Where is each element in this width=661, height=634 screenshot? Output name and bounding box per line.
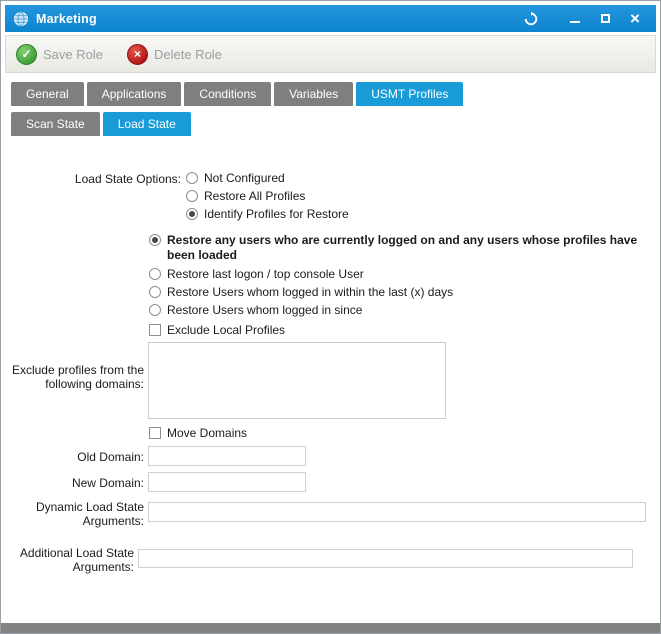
- additional-load-state-arguments-label: Additional Load State Arguments:: [1, 546, 134, 574]
- checkbox-label: Move Domains: [167, 426, 247, 441]
- checkbox-exclude-local-profiles[interactable]: Exclude Local Profiles: [149, 323, 657, 341]
- delete-x-icon: ×: [127, 44, 148, 65]
- dynamic-load-state-arguments-input[interactable]: [148, 502, 646, 522]
- radio-label: Restore last logon / top console User: [167, 267, 364, 282]
- delete-role-button[interactable]: × Delete Role: [123, 41, 232, 68]
- window-title: Marketing: [36, 12, 97, 26]
- new-domain-label: New Domain:: [6, 476, 144, 490]
- old-domain-label: Old Domain:: [6, 450, 144, 464]
- tab-general[interactable]: General: [11, 82, 84, 106]
- radio-restore-all-profiles[interactable]: Restore All Profiles: [186, 189, 349, 207]
- load-state-options-group: Not Configured Restore All Profiles Iden…: [186, 171, 349, 225]
- load-state-options-label: Load State Options:: [9, 172, 181, 186]
- main-tab-bar: General Applications Conditions Variable…: [11, 82, 463, 106]
- titlebar-controls: ×: [518, 8, 648, 30]
- radio-label: Restore any users who are currently logg…: [167, 233, 652, 263]
- refresh-icon[interactable]: [518, 8, 544, 30]
- checkbox-icon: [149, 324, 161, 336]
- radio-icon: [149, 286, 161, 298]
- radio-label: Restore Users whom logged in since: [167, 303, 362, 318]
- radio-restore-users-logged-in-since[interactable]: Restore Users whom logged in since: [149, 303, 657, 321]
- dynamic-load-state-arguments-label: Dynamic Load State Arguments:: [6, 500, 144, 528]
- new-domain-input[interactable]: [148, 472, 306, 492]
- radio-icon: [186, 190, 198, 202]
- radio-restore-last-logon-user[interactable]: Restore last logon / top console User: [149, 267, 657, 285]
- radio-icon: [149, 234, 161, 246]
- radio-label: Identify Profiles for Restore: [204, 207, 349, 222]
- maximize-button[interactable]: [592, 8, 618, 30]
- radio-identify-profiles-for-restore[interactable]: Identify Profiles for Restore: [186, 207, 349, 225]
- radio-restore-users-last-x-days[interactable]: Restore Users whom logged in within the …: [149, 285, 657, 303]
- old-domain-input[interactable]: [148, 446, 306, 466]
- globe-icon: [13, 11, 29, 27]
- save-check-icon: ✓: [16, 44, 37, 65]
- radio-icon: [186, 208, 198, 220]
- exclude-domains-label: Exclude profiles from the following doma…: [6, 363, 144, 391]
- tab-load-state[interactable]: Load State: [103, 112, 191, 136]
- radio-icon: [149, 304, 161, 316]
- minimize-button[interactable]: [562, 8, 588, 30]
- tab-usmt-profiles[interactable]: USMT Profiles: [356, 82, 463, 106]
- checkbox-icon: [149, 427, 161, 439]
- sub-tab-bar: Scan State Load State: [11, 112, 191, 136]
- radio-restore-current-logged-on-users[interactable]: Restore any users who are currently logg…: [149, 233, 657, 263]
- restore-users-group: Restore any users who are currently logg…: [149, 233, 657, 341]
- additional-load-state-arguments-input[interactable]: [138, 549, 633, 568]
- window-bottom-edge: [1, 623, 660, 633]
- tab-scan-state[interactable]: Scan State: [11, 112, 100, 136]
- radio-label: Not Configured: [204, 171, 285, 186]
- toolbar: ✓ Save Role × Delete Role: [5, 35, 656, 73]
- tab-conditions[interactable]: Conditions: [184, 82, 271, 106]
- checkbox-move-domains[interactable]: Move Domains: [149, 426, 247, 444]
- radio-icon: [149, 268, 161, 280]
- radio-label: Restore All Profiles: [204, 189, 305, 204]
- titlebar: Marketing ×: [5, 5, 656, 32]
- radio-not-configured[interactable]: Not Configured: [186, 171, 349, 189]
- save-role-button[interactable]: ✓ Save Role: [12, 41, 113, 68]
- radio-icon: [186, 172, 198, 184]
- exclude-domains-textarea[interactable]: [148, 342, 446, 419]
- delete-role-label: Delete Role: [154, 47, 222, 62]
- window: Marketing × ✓ Save Role × Delete Role Ge…: [0, 0, 661, 634]
- tab-applications[interactable]: Applications: [87, 82, 182, 106]
- tab-variables[interactable]: Variables: [274, 82, 353, 106]
- save-role-label: Save Role: [43, 47, 103, 62]
- checkbox-label: Exclude Local Profiles: [167, 323, 285, 338]
- radio-label: Restore Users whom logged in within the …: [167, 285, 453, 300]
- close-button[interactable]: ×: [622, 8, 648, 30]
